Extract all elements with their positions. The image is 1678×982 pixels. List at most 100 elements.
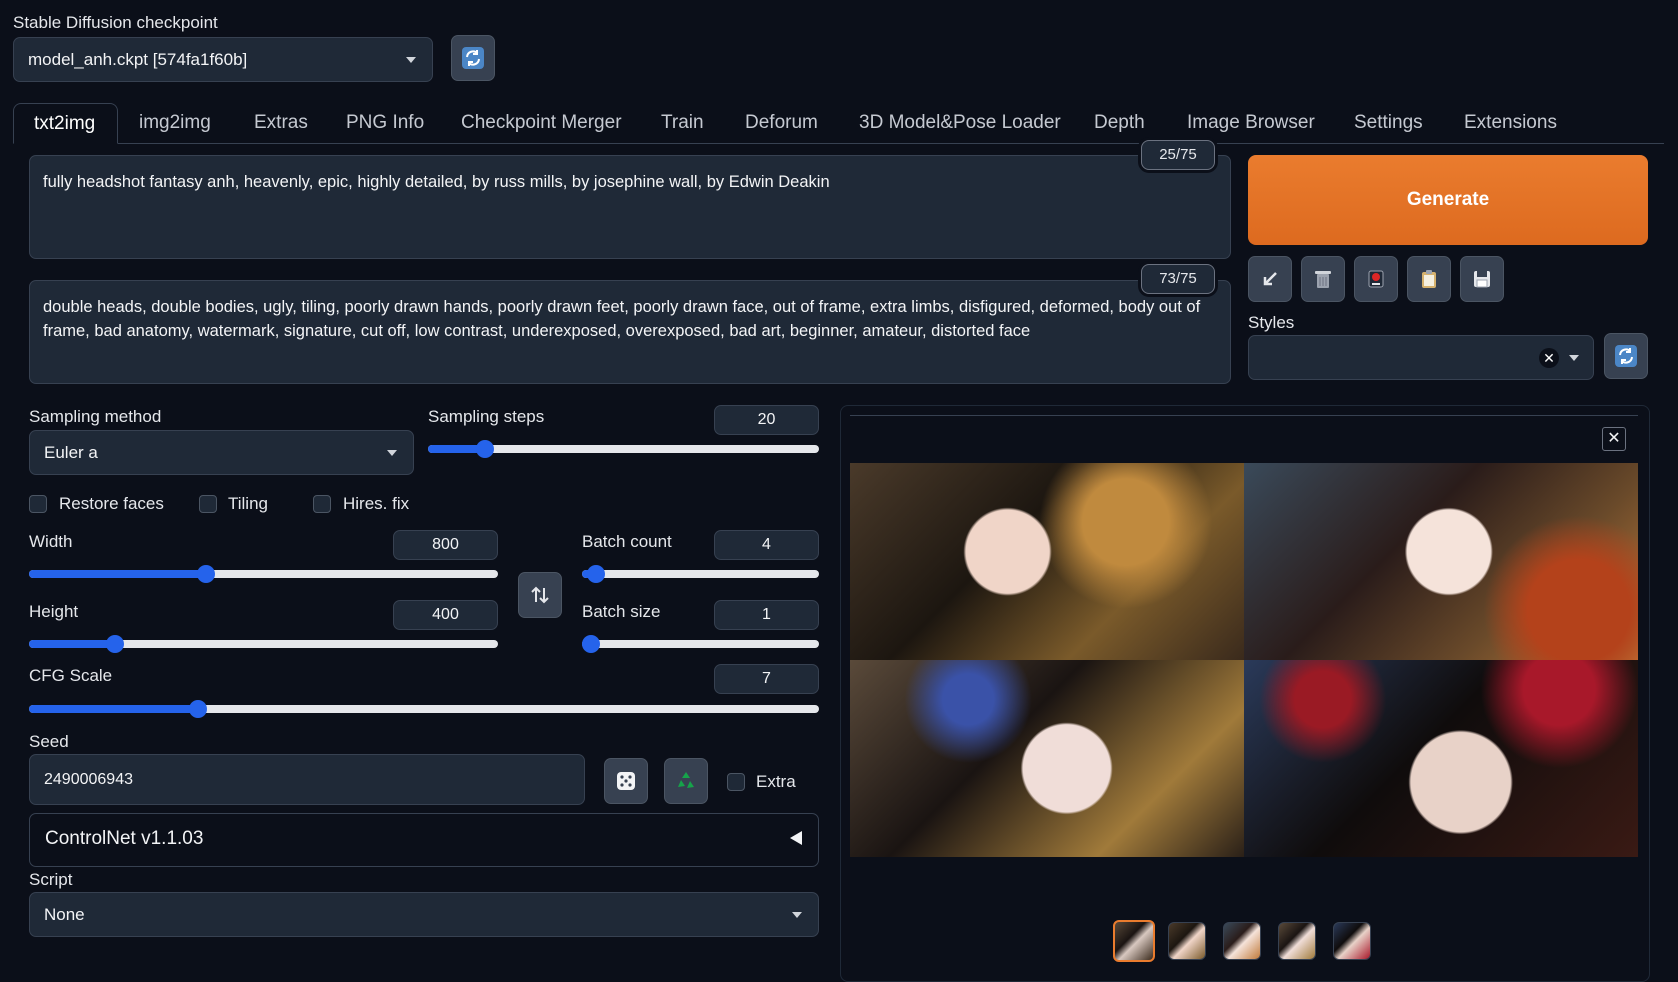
read-params-button[interactable] bbox=[1248, 256, 1292, 302]
seed-extra-label: Extra bbox=[756, 772, 796, 791]
styles-dropdown[interactable]: ✕ bbox=[1248, 335, 1594, 380]
reuse-seed-button[interactable] bbox=[664, 758, 708, 804]
clear-styles-icon[interactable]: ✕ bbox=[1539, 348, 1559, 368]
slider-thumb[interactable] bbox=[197, 565, 215, 583]
batch-size-input[interactable]: 1 bbox=[714, 600, 819, 630]
tab-depth[interactable]: Depth bbox=[1094, 103, 1145, 143]
tabs-divider bbox=[13, 143, 1664, 144]
prompt-token-counter: 25/75 bbox=[1141, 140, 1215, 170]
trash-icon bbox=[1315, 271, 1331, 288]
gallery-thumbnail-grid[interactable] bbox=[1113, 920, 1155, 962]
batch-size-slider[interactable] bbox=[582, 635, 819, 653]
seed-input[interactable]: 2490006943 bbox=[29, 754, 585, 805]
sampling-steps-slider[interactable] bbox=[428, 440, 819, 458]
seed-extra-checkbox[interactable] bbox=[727, 773, 745, 791]
script-value: None bbox=[44, 904, 85, 924]
gallery-thumbnail-4[interactable] bbox=[1333, 922, 1371, 960]
gallery-thumbnail-2[interactable] bbox=[1223, 922, 1261, 960]
checkpoint-value: model_anh.ckpt [574fa1f60b] bbox=[28, 49, 248, 69]
gallery-thumbnail-3[interactable] bbox=[1278, 922, 1316, 960]
slider-thumb[interactable] bbox=[476, 440, 494, 458]
width-slider[interactable] bbox=[29, 565, 498, 583]
negative-prompt-token-counter: 73/75 bbox=[1141, 264, 1215, 294]
apply-style-button[interactable] bbox=[1407, 256, 1451, 302]
chevron-down-icon bbox=[792, 911, 802, 918]
tab-extras[interactable]: Extras bbox=[254, 103, 308, 143]
controlnet-title: ControlNet v1.1.03 bbox=[45, 828, 204, 849]
cfg-scale-input[interactable]: 7 bbox=[714, 664, 819, 694]
checkpoint-label: Stable Diffusion checkpoint bbox=[13, 13, 218, 32]
cfg-scale-slider[interactable] bbox=[29, 700, 819, 718]
generated-image-1[interactable] bbox=[850, 463, 1244, 660]
height-slider[interactable] bbox=[29, 635, 498, 653]
script-label: Script bbox=[29, 870, 73, 889]
prompt-textarea[interactable]: fully headshot fantasy anh, heavenly, ep… bbox=[29, 155, 1231, 259]
arrow-down-left-icon bbox=[1263, 272, 1277, 286]
batch-count-label: Batch count bbox=[582, 532, 672, 551]
width-input[interactable]: 800 bbox=[393, 530, 498, 560]
seed-label: Seed bbox=[29, 732, 69, 751]
gallery-divider bbox=[850, 415, 1638, 416]
extra-networks-icon bbox=[1368, 270, 1384, 288]
chevron-down-icon bbox=[387, 449, 397, 456]
cfg-scale-label: CFG Scale bbox=[29, 666, 113, 685]
swap-icon bbox=[531, 586, 549, 604]
refresh-styles-button[interactable] bbox=[1604, 333, 1648, 379]
tab-settings[interactable]: Settings bbox=[1354, 103, 1423, 143]
sampling-method-value: Euler a bbox=[44, 442, 98, 462]
save-icon bbox=[1474, 271, 1490, 288]
save-style-button[interactable] bbox=[1460, 256, 1504, 302]
refresh-checkpoint-button[interactable] bbox=[451, 35, 495, 81]
tab-train[interactable]: Train bbox=[661, 103, 704, 143]
slider-thumb[interactable] bbox=[106, 635, 124, 653]
checkpoint-dropdown[interactable]: model_anh.ckpt [574fa1f60b] bbox=[13, 37, 433, 82]
random-seed-button[interactable] bbox=[604, 758, 648, 804]
restore-faces-checkbox[interactable] bbox=[29, 495, 47, 513]
tab-image-browser[interactable]: Image Browser bbox=[1187, 103, 1315, 143]
generate-button[interactable]: Generate bbox=[1248, 155, 1648, 245]
tab-checkpoint-merger[interactable]: Checkpoint Merger bbox=[461, 103, 622, 143]
batch-count-input[interactable]: 4 bbox=[714, 530, 819, 560]
tab-deforum[interactable]: Deforum bbox=[745, 103, 818, 143]
seed-value: 2490006943 bbox=[44, 770, 133, 788]
generated-image-2[interactable] bbox=[1244, 463, 1638, 660]
slider-fill bbox=[29, 640, 115, 648]
batch-size-label: Batch size bbox=[582, 602, 661, 621]
width-label: Width bbox=[29, 532, 73, 551]
refresh-icon bbox=[462, 47, 484, 69]
tiling-label: Tiling bbox=[228, 494, 268, 513]
sampling-steps-input[interactable]: 20 bbox=[714, 405, 819, 435]
slider-fill bbox=[29, 570, 206, 578]
slider-thumb[interactable] bbox=[582, 635, 600, 653]
height-input[interactable]: 400 bbox=[393, 600, 498, 630]
batch-count-slider[interactable] bbox=[582, 565, 819, 583]
sampling-method-label: Sampling method bbox=[29, 407, 162, 426]
extra-networks-button[interactable] bbox=[1354, 256, 1398, 302]
tab-3d-model-pose-loader[interactable]: 3D Model&Pose Loader bbox=[859, 103, 1061, 143]
negative-prompt-textarea[interactable]: double heads, double bodies, ugly, tilin… bbox=[29, 280, 1231, 384]
collapse-arrow-icon bbox=[790, 831, 802, 845]
gallery-thumbnail-1[interactable] bbox=[1168, 922, 1206, 960]
close-icon[interactable]: ✕ bbox=[1602, 427, 1626, 451]
tab-txt2img[interactable]: txt2img bbox=[13, 103, 118, 144]
sampling-method-dropdown[interactable]: Euler a bbox=[29, 430, 414, 475]
restore-faces-label: Restore faces bbox=[59, 494, 164, 513]
tab-png-info[interactable]: PNG Info bbox=[346, 103, 424, 143]
controlnet-accordion[interactable]: ControlNet v1.1.03 bbox=[29, 813, 819, 867]
tab-img2img[interactable]: img2img bbox=[139, 103, 211, 143]
slider-thumb[interactable] bbox=[587, 565, 605, 583]
tiling-checkbox[interactable] bbox=[199, 495, 217, 513]
chevron-down-icon bbox=[406, 56, 416, 63]
hires-fix-checkbox[interactable] bbox=[313, 495, 331, 513]
clear-prompt-button[interactable] bbox=[1301, 256, 1345, 302]
recycle-icon bbox=[678, 772, 694, 788]
generated-image-3[interactable] bbox=[850, 660, 1244, 857]
image-grid[interactable] bbox=[850, 463, 1638, 857]
generated-image-4[interactable] bbox=[1244, 660, 1638, 857]
height-label: Height bbox=[29, 602, 79, 621]
clipboard-icon bbox=[1422, 270, 1436, 288]
slider-thumb[interactable] bbox=[189, 700, 207, 718]
tab-extensions[interactable]: Extensions bbox=[1464, 103, 1557, 143]
swap-dimensions-button[interactable] bbox=[518, 572, 562, 618]
script-dropdown[interactable]: None bbox=[29, 892, 819, 937]
